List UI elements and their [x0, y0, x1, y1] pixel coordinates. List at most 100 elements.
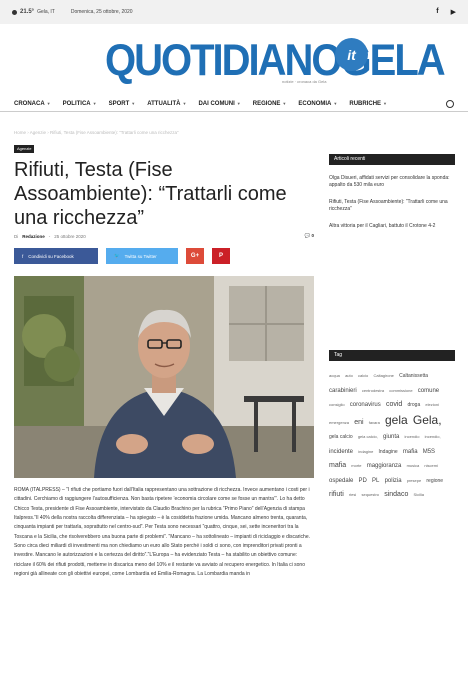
tag-link[interactable]: M5S — [423, 449, 435, 455]
comments-count[interactable]: 💬 0 — [305, 233, 314, 239]
facebook-icon[interactable]: f — [436, 8, 438, 16]
tag-link[interactable]: ospedale — [329, 478, 353, 484]
tag-link[interactable]: carabinieri — [329, 388, 357, 394]
recent-posts-title: Articoli recenti — [329, 154, 455, 165]
site-header: QUOTIDIANOGELA it notizie · cronaca da G… — [0, 24, 468, 90]
tag-link[interactable]: gela calcio, — [358, 434, 378, 439]
category-badge[interactable]: Agenzie — [14, 145, 35, 153]
search-icon[interactable] — [446, 99, 454, 108]
tag-link[interactable]: giunta — [383, 434, 399, 440]
tag-link[interactable]: PD — [359, 478, 367, 484]
nav-item-label: RUBRICHE — [349, 100, 382, 107]
featured-image — [14, 276, 314, 478]
logo-tagline: notizie · cronaca da Gela — [282, 79, 327, 84]
tag-link[interactable]: incidente — [329, 449, 353, 455]
nav-item-dai-comuni[interactable]: DAI COMUNI ▼ — [198, 101, 240, 107]
youtube-icon[interactable]: ▶ — [451, 8, 456, 16]
nav-item-economia[interactable]: ECONOMIA ▼ — [298, 101, 337, 107]
tag-link[interactable]: Gela, — [413, 413, 442, 427]
city: Gela, IT — [37, 9, 55, 15]
tag-link[interactable]: incendio, — [425, 434, 441, 439]
author-prefix: Di — [14, 233, 19, 239]
publish-date: 25 ottobre 2020 — [54, 233, 86, 239]
chevron-down-icon: ▼ — [333, 101, 338, 106]
share-pinterest-button[interactable]: P — [212, 248, 230, 264]
nav-item-cronaca[interactable]: CRONACA ▼ — [14, 101, 51, 107]
tag-link[interactable]: mafia — [403, 449, 418, 455]
recent-post-link[interactable]: Rifiuti, Testa (Fise Assoambiente): “Tra… — [329, 199, 455, 213]
tag-link[interactable]: Sicilia — [414, 492, 424, 497]
nav-item-label: POLITICA — [62, 100, 91, 107]
tag-link[interactable]: polizia — [385, 478, 402, 484]
chevron-down-icon: ▼ — [131, 101, 136, 106]
tag-link[interactable]: Caltagirone — [373, 373, 393, 378]
separator: - — [48, 233, 51, 239]
tag-link[interactable]: covid — [386, 401, 402, 408]
nav-item-politica[interactable]: POLITICA ▼ — [63, 101, 97, 107]
tag-link[interactable]: riesi — [349, 492, 356, 497]
nav-item-label: SPORT — [108, 100, 130, 107]
nav-item-label: ECONOMIA — [298, 100, 332, 107]
nav-item-label: CRONACA — [14, 100, 45, 107]
tag-link[interactable]: centrodestra — [362, 388, 384, 393]
tag-link[interactable]: incendio — [405, 434, 420, 439]
tag-link[interactable]: Caltanissetta — [399, 373, 428, 379]
tag-link[interactable]: presepe — [407, 478, 421, 483]
nav-item-label: REGIONE — [252, 100, 281, 107]
comment-icon: 💬 — [304, 233, 311, 238]
chevron-down-icon: ▼ — [182, 101, 187, 106]
share-googleplus-button[interactable]: G+ — [186, 248, 204, 264]
social-links: f ▶ — [436, 8, 456, 16]
nav-item-rubriche[interactable]: RUBRICHE ▼ — [349, 101, 387, 107]
tag-link[interactable]: PL — [372, 478, 379, 484]
tag-link[interactable]: elezioni — [425, 402, 439, 407]
share-facebook-button[interactable]: f Condividi su Facebook — [14, 248, 98, 264]
nav-item-sport[interactable]: SPORT ▼ — [109, 101, 136, 107]
chevron-down-icon: ▼ — [383, 101, 387, 106]
breadcrumb[interactable]: Home › Agenzie › Rifiuti, Testa (Fise As… — [14, 130, 179, 135]
tag-link[interactable]: indagine — [358, 449, 373, 454]
tag-cloud: acqua auto calcio Caltagirone Caltanisse… — [329, 369, 455, 503]
tag-link[interactable]: gela — [385, 413, 408, 427]
site-logo[interactable]: QUOTIDIANOGELA — [105, 36, 446, 86]
comments-count-value: 0 — [311, 233, 314, 238]
recent-post-link[interactable]: Altra vittoria per il Cagliari, battuto … — [329, 223, 455, 230]
recent-post-link[interactable]: Olga Disueri, affidati servizi per conso… — [329, 175, 455, 189]
article-body: ROMA (ITALPRESS) – “I rifiuti che portia… — [14, 487, 310, 578]
nav-item-regione[interactable]: REGIONE ▼ — [253, 101, 287, 107]
tag-link[interactable]: mafia — [329, 462, 346, 469]
tag-link[interactable]: sequestro — [361, 492, 379, 497]
tag-link[interactable]: comune — [418, 388, 439, 394]
tag-link[interactable]: musica — [407, 463, 420, 468]
tag-link[interactable]: calcio — [358, 373, 368, 378]
tag-link[interactable]: maggioranza — [367, 463, 402, 469]
chevron-down-icon: ▼ — [92, 101, 97, 106]
tag-link[interactable]: sindaco — [384, 491, 408, 498]
tag-cloud-title: Tag — [329, 350, 455, 361]
author-link[interactable]: Redazione — [22, 234, 45, 239]
tag-link[interactable]: favara — [369, 420, 380, 425]
tag-link[interactable]: rifiuti — [329, 491, 344, 498]
tag-link[interactable]: acqua — [329, 373, 340, 378]
tag-link[interactable]: regione — [426, 478, 443, 484]
tag-link[interactable]: emergenza — [329, 420, 349, 425]
facebook-icon: f — [22, 253, 24, 259]
tag-link[interactable]: niscemi — [424, 463, 438, 468]
tag-link[interactable]: droga — [407, 402, 420, 408]
tag-link[interactable]: eni — [354, 419, 363, 426]
nav-item-attualità[interactable]: ATTUALITÀ ▼ — [147, 101, 186, 107]
weather-widget: 21.5° Gela, IT — [12, 9, 55, 15]
tag-link[interactable]: commissione — [389, 388, 412, 393]
main-nav: CRONACA ▼ POLITICA ▼ SPORT ▼ ATTUALITÀ ▼ DAI COM… — [0, 96, 468, 112]
tag-link[interactable]: morte — [351, 463, 361, 468]
tag-link[interactable]: consiglio — [329, 402, 345, 407]
chevron-down-icon: ▼ — [46, 101, 51, 106]
tag-link[interactable]: auto — [345, 373, 353, 378]
tag-link[interactable]: coronavirus — [350, 402, 381, 408]
tag-link[interactable]: gela calcio — [329, 434, 353, 440]
share-twitter-button[interactable]: 🐦 Twitta su Twitter — [106, 248, 178, 264]
weather-icon — [12, 9, 17, 15]
twitter-icon: 🐦 — [114, 253, 120, 258]
tag-link[interactable]: Indagine — [379, 449, 398, 455]
logo-badge: it — [335, 38, 368, 71]
